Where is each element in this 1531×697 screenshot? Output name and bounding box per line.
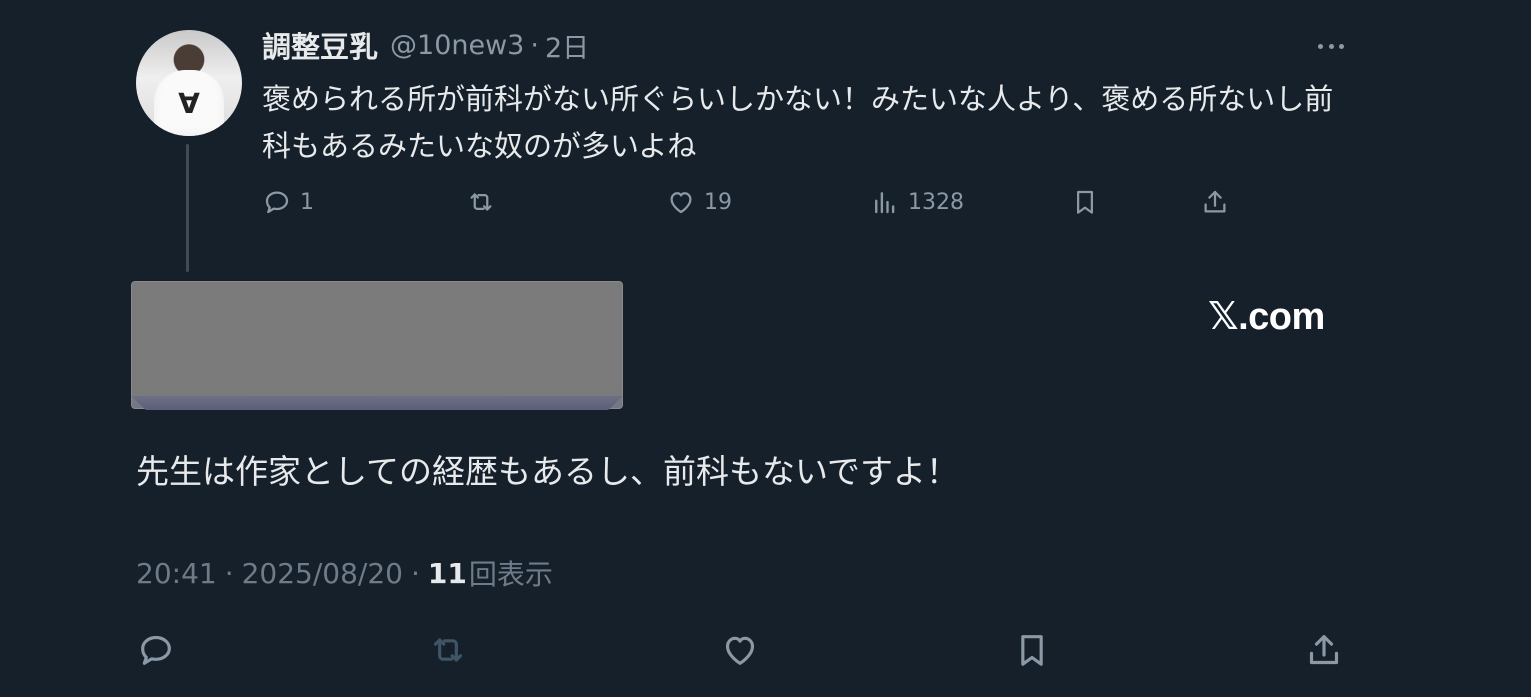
author-name[interactable]: 調整豆乳 [262,24,378,66]
avatar-glyph: A [178,86,200,119]
retweet-icon [433,638,463,662]
views-label: 回表示 [468,558,553,591]
heart-icon [670,192,692,214]
bookmark-icon [1077,190,1093,214]
more-dot [1339,43,1344,49]
reply-button[interactable]: 1 [262,182,314,222]
meta-separator: · [224,556,234,590]
reply-icon [265,191,289,214]
bookmark-button[interactable] [1010,626,1054,674]
x-com-watermark: 𝕏.com [1208,296,1325,338]
thread-line [186,144,189,272]
header-separator: · [530,29,539,61]
main-tweet-text: 先生は作家としての経歴もあるし、前科もないですよ！ [136,452,960,491]
views-button[interactable]: 1328 [870,182,964,222]
like-button[interactable]: 19 [666,182,732,222]
more-icon[interactable] [1314,36,1348,56]
more-dot [1318,43,1323,49]
author-handle[interactable]: @10new3 [390,30,524,61]
tweet-detail-page: A 調整豆乳 @10new3 · 2日 褒められる所が前科がない所ぐらいしかない… [0,0,1531,697]
quoted-tweet-header: 調整豆乳 @10new3 · 2日 [262,24,589,66]
tweet-time[interactable]: 20:41 [136,557,217,590]
quoted-tweet-text: 褒められる所が前科がない所ぐらいしかない！みたいな人より、褒める所ないし前科もあ… [262,82,1334,163]
retweet-button[interactable] [466,182,504,222]
main-tweet-actions [0,626,1531,674]
avatar[interactable]: A [136,30,242,136]
share-icon [1204,190,1226,213]
meta-separator: · [411,556,420,590]
like-button[interactable] [718,626,762,674]
analytics-icon [875,192,895,214]
share-icon [1309,635,1339,665]
bookmark-icon [1021,635,1043,666]
reply-button[interactable] [134,626,178,674]
retweet-button [426,626,470,674]
more-dot [1328,43,1334,49]
views-count: 11 [427,556,467,590]
retweet-icon [470,193,492,211]
relative-time[interactable]: 2日 [545,26,589,65]
share-button[interactable] [1302,626,1346,674]
like-count: 19 [704,189,732,215]
media-image-edge [131,396,623,410]
media-image[interactable] [131,281,623,409]
quoted-tweet-actions: 1 19 1328 [262,182,1262,222]
reply-icon [141,635,171,665]
heart-icon [725,636,755,665]
tweet-meta: 20:41 · 2025/08/20 · 11 回表示 [136,553,553,593]
reply-count: 1 [300,189,314,215]
share-button[interactable] [1200,182,1230,222]
bookmark-button[interactable] [1070,182,1100,222]
view-count: 1328 [908,189,964,215]
tweet-date[interactable]: 2025/08/20 [242,557,403,590]
